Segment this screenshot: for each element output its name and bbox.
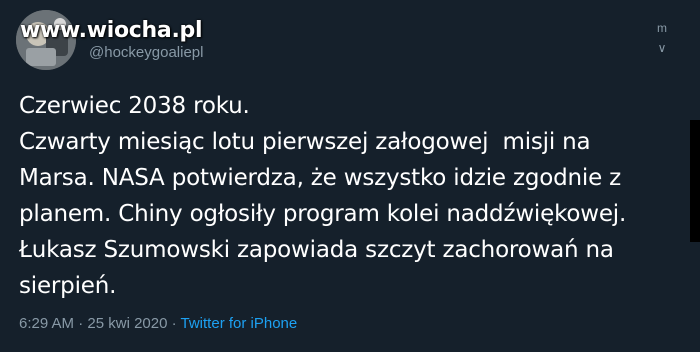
tweet-text-line: Czwarty miesiąc lotu pierwszej załogowej… xyxy=(19,129,591,155)
tweet-meta: 6:29 AM · 25 kwi 2020 · Twitter for iPho… xyxy=(19,315,297,332)
tweet-text-line: Marsa. NASA potwierdza, że wszystko idzi… xyxy=(19,165,622,191)
edge-strip xyxy=(690,120,700,242)
meta-separator: · xyxy=(74,315,88,332)
tweet-header: www.wiocha.pl @hockeygoaliepl m ∨ xyxy=(16,10,676,70)
username[interactable]: @hockeygoaliepl xyxy=(89,44,203,61)
tweet-text-line: sierpień. xyxy=(19,273,117,299)
tweet-source-link[interactable]: Twitter for iPhone xyxy=(181,315,298,332)
tweet-card: www.wiocha.pl @hockeygoaliepl m ∨ Czerwi… xyxy=(0,0,700,352)
tweet-text-line: Czerwiec 2038 roku. xyxy=(19,93,250,119)
tweet-date[interactable]: 25 kwi 2020 xyxy=(87,315,167,332)
tweet-text-line: planem. Chiny ogłosiły program kolei nad… xyxy=(19,201,627,227)
chevron-down-icon[interactable]: m ∨ xyxy=(652,18,672,55)
tweet-time[interactable]: 6:29 AM xyxy=(19,315,74,332)
watermark: www.wiocha.pl xyxy=(20,18,203,43)
tweet-text: Czerwiec 2038 roku. Czwarty miesiąc lotu… xyxy=(19,88,679,304)
tweet-text-line: Łukasz Szumowski zapowiada szczyt zachor… xyxy=(19,237,614,263)
meta-separator: · xyxy=(167,315,181,332)
